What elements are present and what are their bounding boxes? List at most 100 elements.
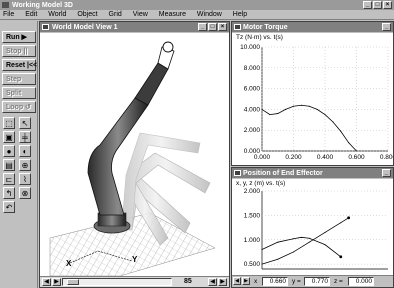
graph-position-plot-area[interactable]: x, y, z (m) vs. t(s) 2.000 1.500 1.000 0.50… — [232, 179, 393, 275]
series-line — [261, 217, 349, 265]
readout-right-icon[interactable]: ▶ — [242, 277, 250, 285]
rotate-icon[interactable]: ◐ — [19, 145, 31, 157]
series-point — [340, 222, 342, 224]
scroll-end-right-icon[interactable]: ▶ — [218, 278, 227, 286]
menu-object[interactable]: Object — [77, 11, 97, 18]
link-icon[interactable]: ⊏ — [3, 173, 15, 185]
readout-z-label: z = — [334, 278, 343, 285]
x-tick-label: 0.200 — [285, 154, 302, 161]
maximize-icon[interactable]: □ — [373, 1, 382, 9]
series-point — [300, 236, 302, 238]
x-tick-label: 0.400 — [317, 154, 334, 161]
cylinder-icon[interactable]: ▤ — [3, 159, 15, 171]
torque-icon[interactable]: ↶ — [3, 201, 15, 213]
graph-position-icon — [234, 170, 241, 176]
menu-measure[interactable]: Measure — [159, 11, 186, 18]
graph-torque-titlebar: Motor Torque _ — [232, 22, 393, 32]
control-panel: Run ▶ Stop || Reset |<< Step Split Loop … — [0, 21, 38, 288]
view-minimize-icon[interactable]: _ — [198, 23, 207, 31]
menu-help[interactable]: Help — [233, 11, 247, 18]
graph-window-position: Position of End Effector _ x, y, z (m) v… — [231, 167, 394, 288]
robot-forearm — [134, 62, 169, 106]
series-point — [308, 105, 310, 107]
close-icon[interactable]: × — [383, 1, 392, 9]
view-maximize-icon[interactable]: □ — [208, 23, 217, 31]
graph-position-title: Position of End Effector — [243, 169, 323, 177]
view-window-title: World Model View 1 — [52, 23, 118, 31]
split-button[interactable]: Split — [2, 87, 36, 99]
menu-file[interactable]: File — [3, 11, 14, 18]
step-button[interactable]: Step — [2, 73, 36, 85]
series-point — [261, 249, 263, 250]
constraint-icon[interactable]: ⊕ — [19, 159, 31, 171]
menu-bar: File Edit World Object Grid View Measure… — [0, 10, 394, 20]
menu-grid[interactable]: Grid — [109, 11, 122, 18]
axis-y-label: Y — [132, 255, 138, 264]
series-point — [277, 113, 279, 115]
joint-icon[interactable]: ╪ — [19, 131, 31, 143]
graph-torque-minimize-icon[interactable]: _ — [382, 23, 391, 31]
series-point — [269, 114, 271, 116]
scroll-thumb[interactable] — [67, 279, 79, 285]
series-point — [308, 237, 310, 239]
series-point — [324, 114, 326, 116]
x-tick-label: 0.800 — [380, 154, 393, 161]
pointer-icon[interactable]: ↖ — [19, 117, 31, 129]
series-point — [324, 244, 326, 246]
stop-button[interactable]: Stop || — [2, 45, 36, 57]
spring-icon[interactable]: ⌇ — [19, 173, 31, 185]
series-end-marker — [347, 216, 351, 220]
graph-position-minimize-icon[interactable]: _ — [382, 169, 391, 177]
y-tick-label: 4.000 — [244, 106, 261, 113]
menu-edit[interactable]: Edit — [25, 11, 37, 18]
y-tick-label: 10.000 — [240, 44, 260, 51]
scroll-left-icon[interactable]: ◀ — [42, 278, 51, 286]
series-point — [348, 142, 350, 144]
scroll-right-icon[interactable]: ▶ — [52, 278, 61, 286]
series-point — [332, 121, 334, 123]
series-point — [261, 263, 263, 265]
scroll-end-left-icon[interactable]: ◀ — [208, 278, 217, 286]
loop-button[interactable]: Loop ↺ — [2, 101, 36, 113]
sphere-icon[interactable]: ● — [3, 145, 15, 157]
menu-world[interactable]: World — [48, 11, 66, 18]
viewport-3d[interactable]: X Y — [40, 33, 229, 276]
series-point — [277, 258, 279, 260]
view-close-icon[interactable]: × — [218, 23, 227, 31]
series-point — [340, 130, 342, 132]
view-window-icon — [42, 24, 49, 30]
select-arrow-icon[interactable]: ⬚ — [3, 117, 15, 129]
readout-x-label: x — [254, 278, 258, 285]
graph-torque-plot-area[interactable]: Tz (N·m) vs. t(s) 10.000 8.000 6.000 4.000 2… — [232, 33, 393, 165]
view-horizontal-scrollbar[interactable]: ◀ ▶ 85 ◀ ▶ — [40, 276, 229, 287]
reset-button[interactable]: Reset |<< — [2, 59, 37, 71]
view-window-titlebar: World Model View 1 _ □ × — [40, 22, 229, 32]
motor-icon[interactable]: ⊗ — [19, 187, 31, 199]
readout-y-value: 0.770 — [304, 277, 330, 286]
toolbox: ⬚ ↖ ▣ ╪ ● ◐ ▤ ⊕ ⊏ ⌇ ↰ ⊗ ↶ — [3, 117, 35, 227]
force-icon[interactable]: ↰ — [3, 187, 15, 199]
frame-counter: 85 — [184, 278, 192, 285]
view-window: World Model View 1 _ □ × X Y ◀ ▶ 85 ◀ ▶ — [39, 21, 230, 288]
readout-z-value: 0.000 — [348, 277, 374, 286]
series-line — [261, 104, 357, 152]
series-point — [356, 150, 357, 152]
graph-torque-title: Motor Torque — [243, 23, 288, 31]
series-point — [293, 238, 294, 240]
graph-torque-icon — [234, 24, 241, 30]
minimize-icon[interactable]: _ — [363, 1, 372, 9]
view-window-controls: _ □ × — [198, 23, 227, 31]
graph-torque-controls: _ — [382, 23, 391, 31]
menu-window[interactable]: Window — [197, 11, 222, 18]
app-titlebar: Working Model 3D _ □ × — [0, 0, 394, 10]
series-point — [316, 108, 318, 110]
menu-view[interactable]: View — [133, 11, 148, 18]
scroll-track[interactable] — [62, 278, 172, 286]
robot-arm-scene — [49, 41, 216, 276]
series-point — [261, 108, 263, 110]
box-icon[interactable]: ▣ — [3, 131, 15, 143]
series-point — [285, 108, 287, 110]
run-button[interactable]: Run ▶ — [2, 31, 36, 43]
readout-left-icon[interactable]: ◀ — [233, 277, 241, 285]
position-readout: ◀ ▶ x 0.660 y = 0.770 z = 0.000 — [232, 275, 393, 287]
